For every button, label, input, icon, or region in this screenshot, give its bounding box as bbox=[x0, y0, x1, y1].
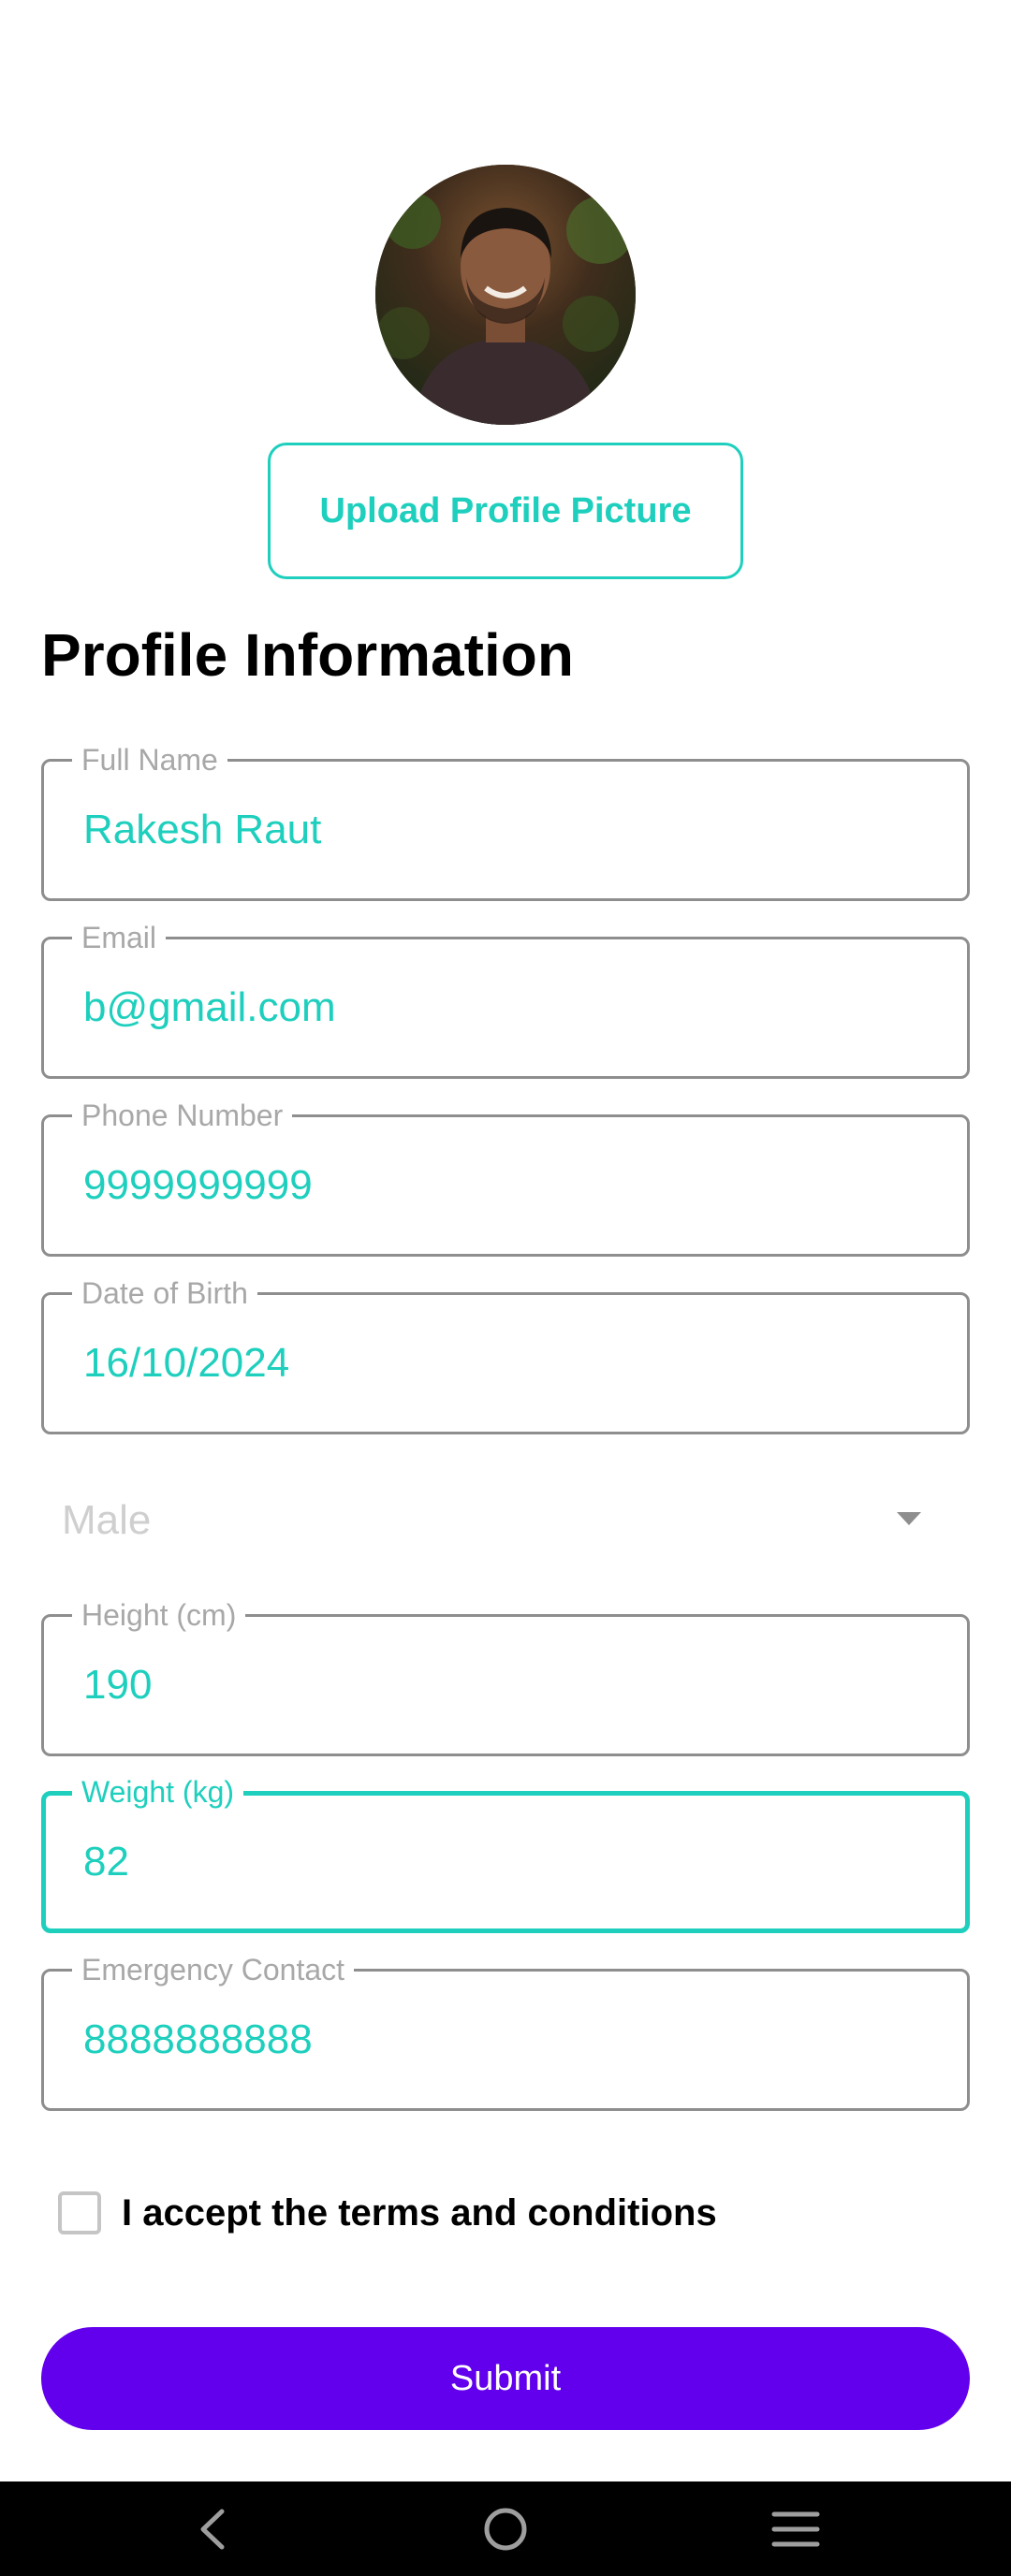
date-of-birth-field[interactable]: Date of Birth 16/10/2024 bbox=[41, 1276, 970, 1434]
email-value: b@gmail.com bbox=[83, 984, 336, 1030]
home-button[interactable] bbox=[449, 2481, 562, 2576]
date-of-birth-label: Date of Birth bbox=[72, 1276, 257, 1310]
phone-number-label: Phone Number bbox=[72, 1099, 293, 1132]
full-name-value: Rakesh Raut bbox=[83, 807, 322, 852]
weight-label: Weight (kg) bbox=[72, 1775, 244, 1809]
emergency-contact-label: Emergency Contact bbox=[72, 1953, 355, 1987]
terms-label[interactable]: I accept the terms and conditions bbox=[122, 2192, 717, 2234]
date-of-birth-value: 16/10/2024 bbox=[83, 1340, 290, 1386]
profile-photo bbox=[375, 165, 636, 425]
emergency-contact-value: 8888888888 bbox=[83, 2016, 313, 2062]
recents-button[interactable] bbox=[740, 2481, 852, 2576]
page-title: Profile Information bbox=[41, 621, 574, 689]
phone-number-value: 9999999999 bbox=[83, 1162, 313, 1208]
emergency-contact-field[interactable]: Emergency Contact 8888888888 bbox=[41, 1953, 970, 2111]
phone-number-field[interactable]: Phone Number 9999999999 bbox=[41, 1099, 970, 1257]
height-field[interactable]: Height (cm) 190 bbox=[41, 1598, 970, 1756]
recents-icon bbox=[771, 2511, 820, 2546]
submit-label: Submit bbox=[449, 2358, 562, 2398]
terms-checkbox[interactable] bbox=[58, 2191, 101, 2234]
upload-profile-picture-label: Upload Profile Picture bbox=[319, 490, 692, 531]
submit-button[interactable]: Submit bbox=[41, 2327, 970, 2430]
back-button[interactable] bbox=[156, 2481, 269, 2576]
back-icon bbox=[200, 2509, 225, 2549]
full-name-label: Full Name bbox=[72, 743, 227, 777]
terms-row: I accept the terms and conditions bbox=[58, 2190, 717, 2236]
dropdown-caret-icon bbox=[897, 1512, 921, 1525]
email-label: Email bbox=[72, 921, 167, 954]
system-navigation-bar bbox=[0, 2481, 1011, 2576]
height-label: Height (cm) bbox=[72, 1598, 246, 1632]
upload-profile-picture-button[interactable]: Upload Profile Picture bbox=[268, 443, 743, 579]
home-icon bbox=[484, 2508, 527, 2550]
profile-avatar[interactable] bbox=[375, 165, 636, 425]
gender-selected-value: Male bbox=[62, 1497, 152, 1543]
weight-value: 82 bbox=[83, 1839, 129, 1885]
weight-field[interactable]: Weight (kg) 82 bbox=[41, 1775, 970, 1933]
full-name-field[interactable]: Full Name Rakesh Raut bbox=[41, 743, 970, 901]
gender-dropdown[interactable]: Male bbox=[41, 1478, 970, 1563]
height-value: 190 bbox=[83, 1662, 153, 1708]
email-field[interactable]: Email b@gmail.com bbox=[41, 921, 970, 1079]
